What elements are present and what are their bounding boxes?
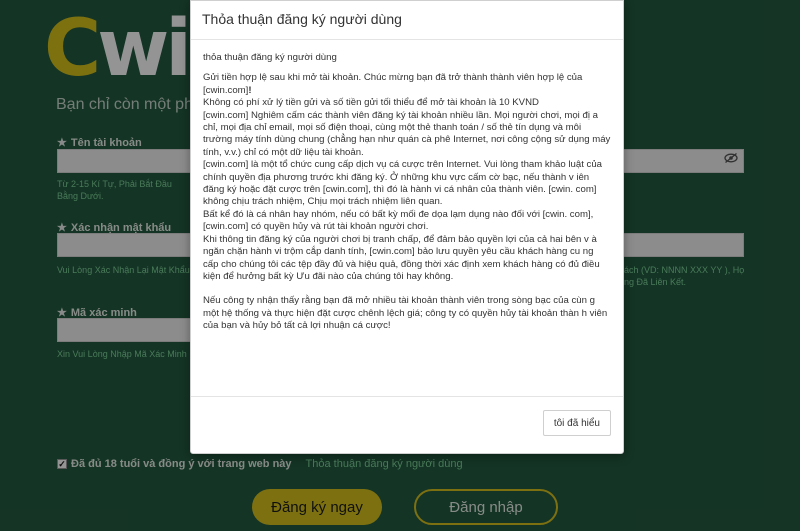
agreement-paragraph-1: Gửi tiền hợp lệ sau khi mở tài khoản. Ch… [203, 72, 611, 97]
agreement-paragraph-1-mark: ! [248, 84, 252, 96]
agreement-paragraph-3: Nếu công ty nhận thấy rằng bạn đã mở nhi… [203, 295, 608, 332]
modal-body: thỏa thuận đăng ký người dùng Gửi tiền h… [191, 40, 623, 396]
agreement-paragraph-2: Không có phí xử lý tiền gửi và số tiền g… [203, 97, 611, 282]
modal-header: Thỏa thuận đăng ký người dùng [191, 1, 623, 40]
modal-title: Thỏa thuận đăng ký người dùng [202, 11, 402, 27]
user-agreement-modal: Thỏa thuận đăng ký người dùng thỏa thuận… [190, 0, 624, 454]
agreement-paragraph-1-text: Gửi tiền hợp lệ sau khi mở tài khoản. Ch… [203, 72, 583, 96]
understand-button[interactable]: tôi đã hiểu [542, 410, 611, 436]
modal-footer: tôi đã hiểu [191, 396, 623, 453]
agreement-heading: thỏa thuận đăng ký người dùng [203, 52, 337, 63]
